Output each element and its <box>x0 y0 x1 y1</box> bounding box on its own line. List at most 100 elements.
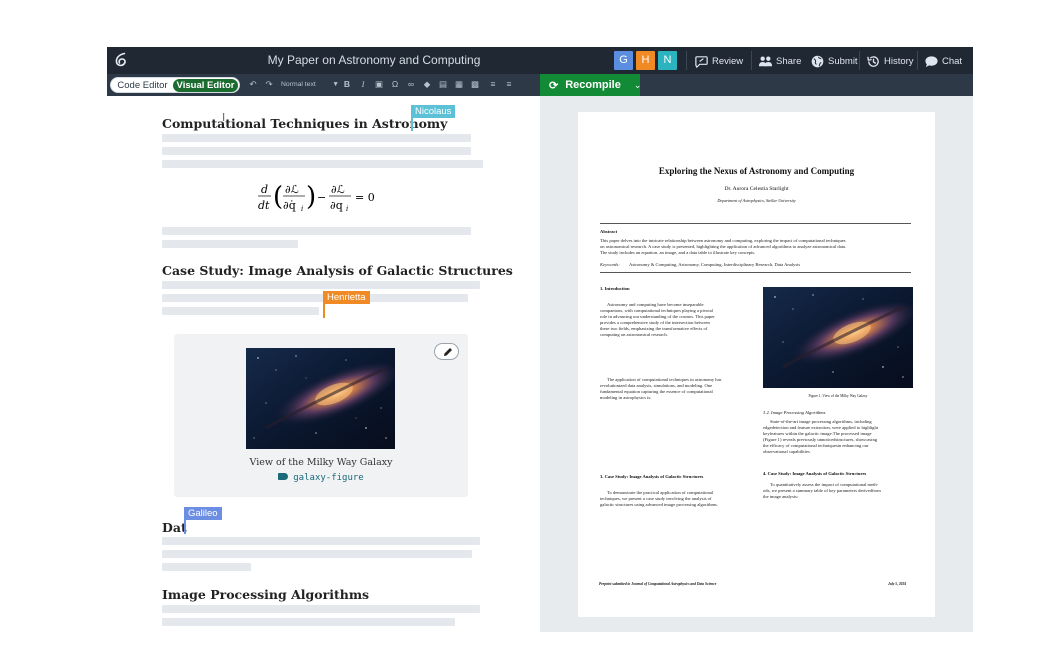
edit-figure-button[interactable] <box>434 343 459 360</box>
share-label: Share <box>776 55 802 67</box>
redo-icon[interactable]: ↷ <box>263 78 275 91</box>
review-label: Review <box>712 55 744 67</box>
figure-icon[interactable]: ▦ <box>453 78 465 91</box>
pdf-figure-caption: Figure 1: View of the Milky Way Galaxy <box>808 394 868 398</box>
pdf-footer-journal: Preprint submitted to Journal of Computa… <box>599 582 717 586</box>
pdf-galaxy-image <box>763 287 913 388</box>
text-placeholder <box>162 227 471 235</box>
collaborator-avatar-n[interactable]: N <box>658 51 677 70</box>
section-heading-partial[interactable]: Dat <box>162 520 187 535</box>
visual-editor-toggle[interactable]: Visual Editor <box>173 78 238 92</box>
bold-icon[interactable]: B <box>341 78 353 91</box>
text-style-select[interactable]: Normal text ▼ <box>281 78 339 91</box>
text-placeholder <box>162 605 480 613</box>
tag-icon[interactable]: ◆ <box>421 78 433 91</box>
cursor-label-henrietta: Henrietta <box>323 291 370 304</box>
svg-text:d: d <box>261 183 268 196</box>
submit-button[interactable]: Submit <box>810 52 858 70</box>
svg-text:= 0: = 0 <box>355 191 375 204</box>
symbol-icon[interactable]: Ω <box>389 78 401 91</box>
body-line: galactic structures using advanced image… <box>600 502 718 507</box>
collaborator-avatar-h[interactable]: H <box>636 51 655 70</box>
equation-block[interactable]: d dt ( ∂ℒ ∂q̇ i ) − ∂ℒ ∂q i = 0 <box>255 178 381 214</box>
text-placeholder <box>162 307 319 315</box>
cite-icon[interactable]: ▤ <box>437 78 449 91</box>
section-heading[interactable]: Computational Techniques in Astronomy <box>162 116 447 131</box>
divider <box>600 223 911 224</box>
subsection-heading: 3.2. Image Processing Algorithms <box>763 410 826 415</box>
italic-icon[interactable]: I <box>357 78 369 91</box>
text-placeholder <box>162 240 298 248</box>
pdf-page: Exploring the Nexus of Astronomy and Com… <box>578 112 935 617</box>
text-placeholder <box>162 563 251 571</box>
divider <box>686 51 687 70</box>
cursor-label-nicolaus: Nicolaus <box>411 105 456 118</box>
recompile-label: Recompile <box>565 79 621 91</box>
history-button[interactable]: History <box>866 52 914 70</box>
pencil-icon <box>444 348 452 356</box>
link-icon[interactable]: ∞ <box>405 78 417 91</box>
divider <box>917 51 918 70</box>
editor-mode-toggle[interactable]: Code Editor Visual Editor <box>110 77 240 93</box>
cursor-label-galileo: Galileo <box>184 507 222 520</box>
pdf-galaxy-graphic <box>763 287 913 388</box>
code-editor-toggle[interactable]: Code Editor <box>112 80 173 91</box>
text-placeholder <box>162 160 483 168</box>
body-line: computing on astronomical research. <box>600 332 668 337</box>
divider <box>600 272 911 273</box>
intro-heading: 1. Introduction <box>600 286 630 291</box>
history-icon <box>867 55 879 67</box>
chat-button[interactable]: Chat <box>924 52 962 70</box>
table-icon[interactable]: ▩ <box>469 78 481 91</box>
collaborator-avatar-g[interactable]: G <box>614 51 633 70</box>
review-button[interactable]: Review <box>694 52 743 70</box>
project-title[interactable]: My Paper on Astronomy and Computing <box>107 53 641 67</box>
section-heading[interactable]: Case Study: Image Analysis of Galactic S… <box>162 263 513 278</box>
users-icon <box>758 56 773 66</box>
svg-text:∂q: ∂q <box>330 199 343 212</box>
body-line: observational capabilities <box>763 449 810 454</box>
bullet-list-icon[interactable]: ≡ <box>487 78 499 91</box>
review-icon <box>695 55 708 68</box>
case-study-heading-4: 4. Case Study: Image Analysis of Galacti… <box>763 471 867 476</box>
globe-icon <box>811 55 824 67</box>
numbered-list-icon[interactable]: ≡ <box>503 78 515 91</box>
chat-icon <box>925 55 938 67</box>
svg-text:i: i <box>301 205 303 213</box>
figure-label-text: galaxy-figure <box>293 473 364 483</box>
text-placeholder <box>162 618 455 626</box>
visual-editor-pane[interactable]: Computational Techniques in Astronomy Ni… <box>107 96 540 632</box>
history-label: History <box>884 55 914 67</box>
app-window: My Paper on Astronomy and Computing G H … <box>107 47 973 632</box>
text-placeholder <box>162 294 468 302</box>
euler-lagrange-equation: d dt ( ∂ℒ ∂q̇ i ) − ∂ℒ ∂q i = 0 <box>258 182 375 213</box>
galaxy-image-graphic <box>246 348 395 449</box>
chevron-down-icon[interactable]: ⌄ <box>634 80 642 91</box>
paper-affiliation: Department of Astrophysics, Stellar Univ… <box>717 198 796 203</box>
label-tag-icon <box>278 473 289 480</box>
figure-block[interactable]: View of the Milky Way Galaxy galaxy-figu… <box>174 334 468 497</box>
figure-caption[interactable]: View of the Milky Way Galaxy <box>174 457 468 468</box>
submit-label: Submit <box>828 55 858 67</box>
text-placeholder <box>162 147 471 155</box>
undo-icon[interactable]: ↶ <box>247 78 259 91</box>
pdf-preview-pane[interactable]: Exploring the Nexus of Astronomy and Com… <box>540 96 973 632</box>
svg-text:i: i <box>346 205 348 213</box>
editor-toolbar: Code Editor Visual Editor ↶ ↷ Normal tex… <box>107 74 973 96</box>
text-cursor-icon: Ⅰ <box>222 112 226 124</box>
svg-text:dt: dt <box>258 199 270 212</box>
math-icon[interactable]: ▣ <box>373 78 385 91</box>
abstract-line: The study includes an equation, an image… <box>600 250 756 255</box>
share-button[interactable]: Share <box>758 52 801 70</box>
recompile-button[interactable]: ⟳ Recompile ⌄ <box>540 74 642 96</box>
svg-text:−: − <box>317 191 326 204</box>
svg-text:(: ( <box>273 182 283 212</box>
figure-label[interactable]: galaxy-figure <box>174 473 468 483</box>
text-placeholder <box>162 281 480 289</box>
keywords-value: Astronomy & Computing, Astronomy, Comput… <box>629 262 801 267</box>
body-line: modeling in astrophysics is: <box>600 395 652 400</box>
galaxy-image[interactable] <box>246 348 395 449</box>
section-heading[interactable]: Image Processing Algorithms <box>162 587 369 602</box>
case-study-heading: 3. Case Study: Image Analysis of Galacti… <box>600 474 704 479</box>
top-bar: My Paper on Astronomy and Computing G H … <box>107 47 973 74</box>
